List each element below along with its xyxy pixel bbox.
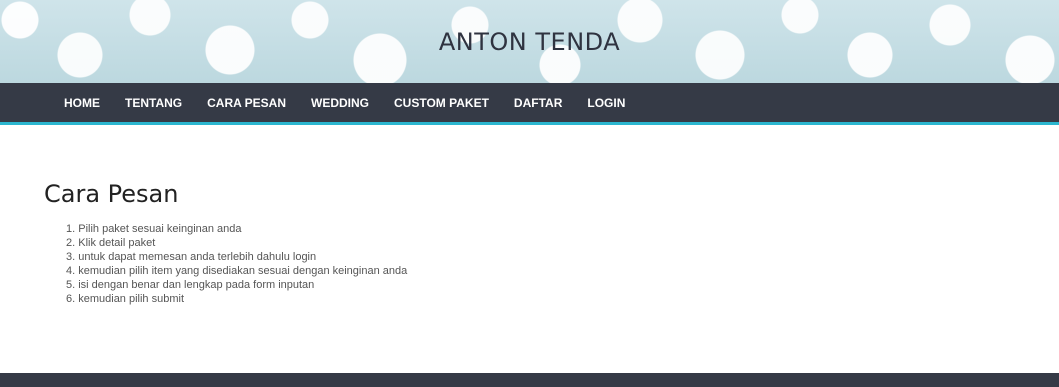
nav-item-cara-pesan[interactable]: CARA PESAN [207,96,286,110]
page-title: Cara Pesan [44,180,179,208]
nav-item-home[interactable]: HOME [64,96,100,110]
main-content: Cara Pesan 1. Pilih paket sesuai keingin… [44,180,407,306]
step-item: 4. kemudian pilih item yang disediakan s… [66,265,408,277]
nav-item-custom-paket[interactable]: CUSTOM PAKET [394,96,489,110]
step-item: 6. kemudian pilih submit [66,293,185,305]
step-item: 5. isi dengan benar dan lengkap pada for… [66,279,315,291]
footer [0,373,1059,387]
nav-item-wedding[interactable]: WEDDING [311,96,369,110]
site-title[interactable]: ANTON TENDA [0,28,1059,56]
nav-item-tentang[interactable]: TENTANG [125,96,182,110]
step-item: 1. Pilih paket sesuai keinginan anda [66,223,242,235]
step-item: 2. Klik detail paket [66,237,156,249]
nav-item-login[interactable]: LOGIN [587,96,625,110]
step-item: 3. untuk dapat memesan anda terlebih dah… [66,251,317,263]
steps-list: 1. Pilih paket sesuai keinginan anda 2. … [66,222,407,306]
nav-item-daftar[interactable]: DAFTAR [514,96,562,110]
header-banner: ANTON TENDA [0,0,1059,83]
main-navigation: HOME TENTANG CARA PESAN WEDDING CUSTOM P… [0,83,1059,125]
